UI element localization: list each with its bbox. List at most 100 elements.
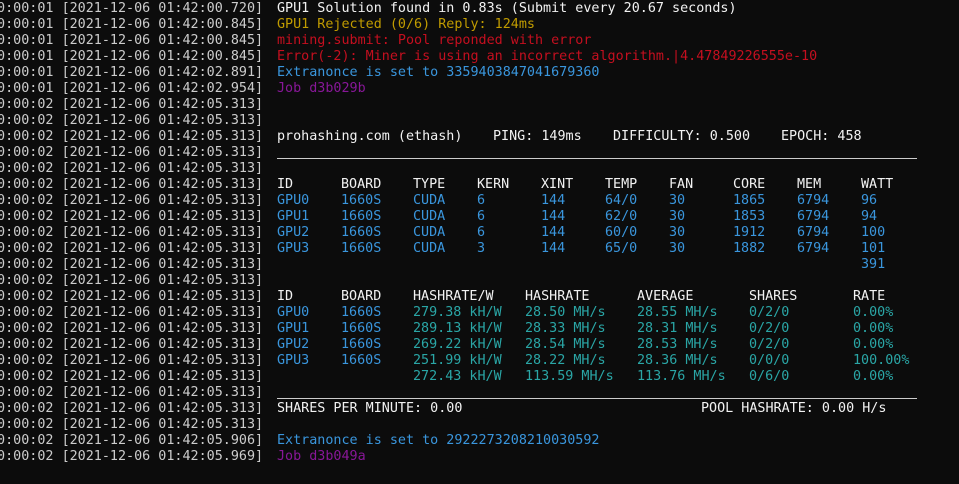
log-line: 00:00:01 [2021-12-06 01:42:00.845] GPU1 R… (0, 17, 959, 33)
hash-total-cell: 272.43 kH/W (413, 369, 502, 384)
hash-table-cell: 0/0/0 (749, 353, 790, 368)
log-line: 00:00:02 [2021-12-06 01:42:05.313] (0, 97, 959, 113)
miner-error-message: Error(-2): Miner is using an incorrect a… (277, 49, 818, 64)
elapsed-time: 00:00:02 (0, 321, 54, 336)
hw-table-cell: 101 (861, 241, 886, 256)
hw-table-cell: 96 (861, 193, 878, 208)
hw-table-cell: 1882 (733, 241, 766, 256)
hw-table-header: KERN (477, 177, 510, 192)
pool-epoch: EPOCH: 458 (781, 129, 862, 144)
divider-line (277, 158, 917, 159)
timestamp: [2021-12-06 01:42:00.845] (61, 17, 264, 32)
log-line: 00:00:01 [2021-12-06 01:42:00.845] mining… (0, 33, 959, 49)
hw-table-cell: CUDA (413, 209, 446, 224)
timestamp: [2021-12-06 01:42:05.313] (61, 257, 264, 272)
hash-table-cell: GPU2 (277, 337, 310, 352)
hw-table-cell: 6 (477, 209, 486, 224)
timestamp: [2021-12-06 01:42:05.313] (61, 161, 264, 176)
hw-table-cell: 144 (541, 225, 566, 240)
hash-table-cell: 0.00% (853, 305, 894, 320)
hash-table-cell: 28.33 MH/s (525, 321, 606, 336)
hash-total-cell: 113.59 MH/s (525, 369, 614, 384)
hash-table-cell: 251.99 kH/W (413, 353, 502, 368)
timestamp: [2021-12-06 01:42:05.313] (61, 209, 264, 224)
job-message: Job d3b049a (277, 449, 366, 464)
hw-table-cell: 1660S (341, 209, 382, 224)
elapsed-time: 00:00:02 (0, 177, 54, 192)
elapsed-time: 00:00:02 (0, 113, 54, 128)
log-line: 00:00:02 [2021-12-06 01:42:05.313] GPU0 16… (0, 305, 959, 321)
hash-table-cell: 1660S (341, 337, 382, 352)
log-line: 00:00:02 [2021-12-06 01:42:05.313] (0, 273, 959, 289)
elapsed-time: 00:00:02 (0, 401, 54, 416)
hw-table-cell: GPU3 (277, 241, 310, 256)
log-line: 00:00:02 [2021-12-06 01:42:05.313] GPU1 16… (0, 321, 959, 337)
hw-table-header: CORE (733, 177, 766, 192)
hash-table-cell: 0.00% (853, 321, 894, 336)
elapsed-time: 00:00:01 (0, 65, 54, 80)
pool-name: prohashing.com (ethash) (277, 129, 463, 144)
timestamp: [2021-12-06 01:42:05.313] (61, 305, 264, 320)
elapsed-time: 00:00:02 (0, 209, 54, 224)
hash-table-cell: 269.22 kH/W (413, 337, 502, 352)
log-line: 00:00:02 [2021-12-06 01:42:05.313] GPU3 16… (0, 353, 959, 369)
hw-table-cell: 30 (669, 225, 686, 240)
timestamp: [2021-12-06 01:42:05.313] (61, 177, 264, 192)
elapsed-time: 00:00:02 (0, 305, 54, 320)
elapsed-time: 00:00:02 (0, 289, 54, 304)
hash-table-cell: 0/2/0 (749, 305, 790, 320)
elapsed-time: 00:00:02 (0, 385, 54, 400)
timestamp: [2021-12-06 01:42:05.313] (61, 193, 264, 208)
elapsed-time: 00:00:02 (0, 369, 54, 384)
hash-total-cell: 0/6/0 (749, 369, 790, 384)
timestamp: [2021-12-06 01:42:05.313] (61, 385, 264, 400)
hw-table-cell: 6794 (797, 225, 830, 240)
hw-table-cell: GPU2 (277, 225, 310, 240)
timestamp: [2021-12-06 01:42:05.313] (61, 273, 264, 288)
hash-table-cell: 0/2/0 (749, 321, 790, 336)
timestamp: [2021-12-06 01:42:05.313] (61, 113, 264, 128)
hw-table-header: XINT (541, 177, 574, 192)
hw-table-cell: 65/0 (605, 241, 638, 256)
hash-total-cell: 0.00% (853, 369, 894, 384)
hw-table-cell: 1660S (341, 241, 382, 256)
log-line: 00:00:02 [2021-12-06 01:42:05.313] GPU3 16… (0, 241, 959, 257)
hash-table-cell: 28.55 MH/s (637, 305, 718, 320)
hw-table-cell: 6794 (797, 241, 830, 256)
hash-table-cell: GPU1 (277, 321, 310, 336)
hash-table-cell: GPU3 (277, 353, 310, 368)
pool-difficulty: DIFFICULTY: 0.500 (613, 129, 751, 144)
extranonce-message: Extranonce is set to 2922273208210030592 (277, 433, 600, 448)
hash-table-cell: 100.00% (853, 353, 910, 368)
hash-table-header: RATE (853, 289, 886, 304)
hash-table-cell: 28.31 MH/s (637, 321, 718, 336)
elapsed-time: 00:00:01 (0, 81, 54, 96)
timestamp: [2021-12-06 01:42:05.313] (61, 289, 264, 304)
log-line: 00:00:02 [2021-12-06 01:42:05.313] SHARES… (0, 401, 959, 417)
timestamp: [2021-12-06 01:42:00.845] (61, 49, 264, 64)
log-line: 00:00:02 [2021-12-06 01:42:05.969] Job d3… (0, 449, 959, 465)
hash-table-cell: 28.53 MH/s (637, 337, 718, 352)
log-line: 00:00:02 [2021-12-06 01:42:05.313] 391 (0, 257, 959, 273)
hw-table-cell: 30 (669, 241, 686, 256)
hw-table-cell: 1660S (341, 225, 382, 240)
timestamp: [2021-12-06 01:42:05.313] (61, 321, 264, 336)
hw-table-cell: 144 (541, 193, 566, 208)
hw-table-cell: 64/0 (605, 193, 638, 208)
hw-table-cell: GPU0 (277, 193, 310, 208)
rejected-message: GPU1 Rejected (0/6) Reply: 124ms (277, 17, 535, 32)
hw-total-watt: 391 (861, 257, 886, 272)
hw-table-cell: 6 (477, 193, 486, 208)
hw-table-header: MEM (797, 177, 822, 192)
elapsed-time: 00:00:01 (0, 33, 54, 48)
elapsed-time: 00:00:02 (0, 273, 54, 288)
hw-table-cell: 6794 (797, 209, 830, 224)
divider-line (277, 398, 917, 399)
pool-ping: PING: 149ms (493, 129, 582, 144)
hw-table-header: FAN (669, 177, 694, 192)
elapsed-time: 00:00:02 (0, 241, 54, 256)
hw-table-cell: 144 (541, 241, 566, 256)
elapsed-time: 00:00:02 (0, 449, 54, 464)
elapsed-time: 00:00:02 (0, 193, 54, 208)
hash-table-cell: 289.13 kH/W (413, 321, 502, 336)
